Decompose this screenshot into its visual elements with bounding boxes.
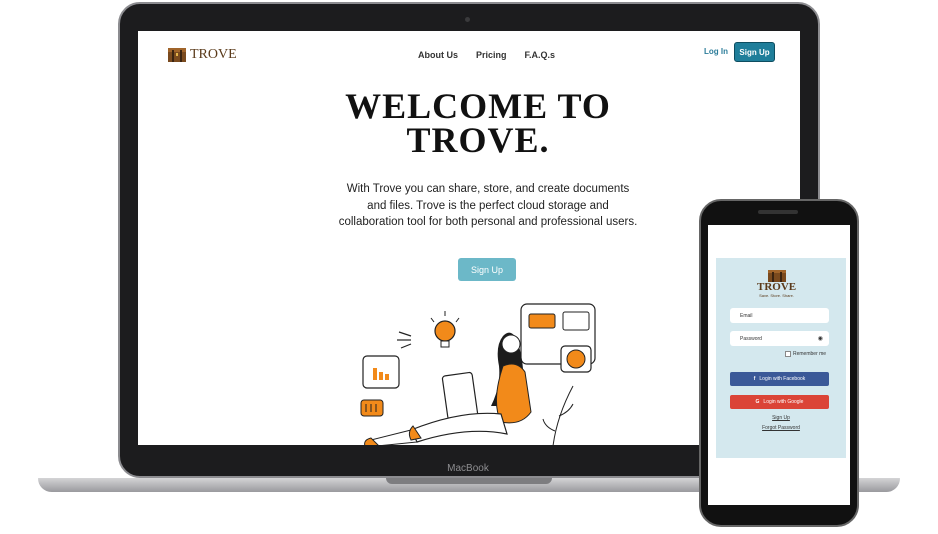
- remember-label: Remember me: [793, 351, 827, 357]
- email-field[interactable]: Email: [730, 308, 829, 323]
- facebook-login-label: Login with Facebook: [759, 376, 806, 382]
- phone-speaker: [758, 210, 798, 214]
- login-link[interactable]: Log In: [704, 47, 728, 56]
- webcam: [465, 17, 470, 22]
- hero-description: With Trove you can share, store, and cre…: [338, 183, 638, 228]
- forgot-password-link[interactable]: Forgot Password: [751, 425, 811, 431]
- google-login-button[interactable]: G Login with Google: [730, 395, 829, 409]
- bar-chart-card-icon: [362, 355, 400, 389]
- password-field[interactable]: Password ◉: [730, 331, 829, 346]
- phone-logo-text: TROVE: [757, 281, 797, 293]
- hero-signup-button[interactable]: Sign Up: [458, 258, 516, 281]
- lightbulb-icon: [430, 311, 460, 348]
- eye-icon[interactable]: ◉: [818, 335, 823, 342]
- logo-text: TROVE: [190, 47, 237, 62]
- phone-signup-link[interactable]: Sign Up: [751, 415, 811, 421]
- hero-title: WELCOME TO TROVE.: [288, 86, 668, 160]
- document-cards-icon: [520, 303, 596, 373]
- phone-logo: TROVE Save. Store. Share.: [757, 270, 796, 298]
- facebook-icon: f: [753, 376, 756, 382]
- nav-about-us[interactable]: About Us: [418, 50, 458, 60]
- password-placeholder: Password: [740, 335, 762, 342]
- google-icon: G: [755, 399, 760, 405]
- hero-title-line2: TROVE.: [406, 120, 550, 160]
- google-login-label: Login with Google: [763, 399, 804, 405]
- person-illustration: [364, 332, 532, 445]
- laptop-notch: [386, 478, 552, 484]
- hero-title-line1: WELCOME TO: [345, 86, 611, 126]
- nav-pricing[interactable]: Pricing: [476, 50, 507, 60]
- signup-top-button[interactable]: Sign Up: [734, 42, 775, 62]
- facebook-login-button[interactable]: f Login with Facebook: [730, 372, 829, 386]
- main-nav: About Us Pricing F.A.Q.s: [418, 50, 555, 60]
- hero-illustration: [360, 303, 596, 445]
- remember-checkbox[interactable]: [785, 351, 791, 357]
- treasure-chest-icon: [168, 48, 186, 62]
- laptop-brand-label: MacBook: [447, 463, 489, 474]
- phone-tagline: Save. Store. Share.: [759, 293, 795, 298]
- remember-me[interactable]: Remember me: [785, 351, 826, 357]
- nav-faqs[interactable]: F.A.Q.s: [525, 50, 556, 60]
- plant-icon: [542, 385, 574, 445]
- site-logo[interactable]: TROVE: [168, 47, 237, 63]
- message-bubble-icon: [360, 399, 384, 417]
